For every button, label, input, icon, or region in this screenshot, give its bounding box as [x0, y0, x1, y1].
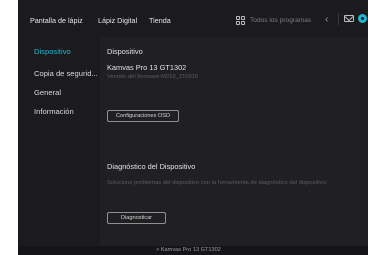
- all-programs-label: Todos los programas: [250, 16, 312, 24]
- sidebar-item-device[interactable]: Dispositivo: [34, 47, 98, 56]
- grid-icon: [236, 15, 245, 25]
- device-section-title: Dispositivo: [107, 47, 143, 56]
- sidebar-item-backup[interactable]: Copia de segurid...: [34, 69, 98, 78]
- device-name: Kamvas Pro 13 GT1302: [107, 63, 187, 72]
- chevron-left-icon[interactable]: ‹: [325, 14, 328, 25]
- mail-icon[interactable]: [344, 15, 354, 22]
- firmware-version: Versión del firmware:M210_210916: [107, 74, 199, 80]
- divider: [338, 13, 339, 25]
- top-bar: Pantalla de lápiz Lápiz Digital Tienda T…: [18, 0, 368, 38]
- diagnostics-section-title: Diagnóstico del Dispositivo: [107, 162, 196, 171]
- bottom-bar: > Kamvas Pro 13 GT1302: [18, 246, 368, 255]
- diagnostics-description: Solucione problemas del dispositivo con …: [107, 180, 328, 186]
- sidebar-item-general[interactable]: General: [34, 88, 98, 97]
- osd-settings-button[interactable]: Configuraciones OSD: [107, 110, 179, 122]
- app-window: Pantalla de lápiz Lápiz Digital Tienda T…: [18, 0, 368, 255]
- nav-pen-tablet[interactable]: Lápiz Digital: [98, 16, 137, 25]
- sidebar: Dispositivo Copia de segurid... General …: [18, 38, 100, 246]
- all-programs-button[interactable]: Todos los programas: [236, 12, 311, 28]
- nav-pen-display[interactable]: Pantalla de lápiz: [30, 16, 83, 25]
- sidebar-item-info[interactable]: Información: [34, 107, 98, 116]
- connected-device-selector[interactable]: > Kamvas Pro 13 GT1302: [156, 247, 221, 253]
- diagnose-button[interactable]: Diagnosticar: [107, 212, 166, 224]
- nav-store[interactable]: Tienda: [149, 16, 171, 25]
- settings-icon[interactable]: [358, 14, 367, 23]
- content-panel: Dispositivo Kamvas Pro 13 GT1302 Versión…: [100, 38, 368, 246]
